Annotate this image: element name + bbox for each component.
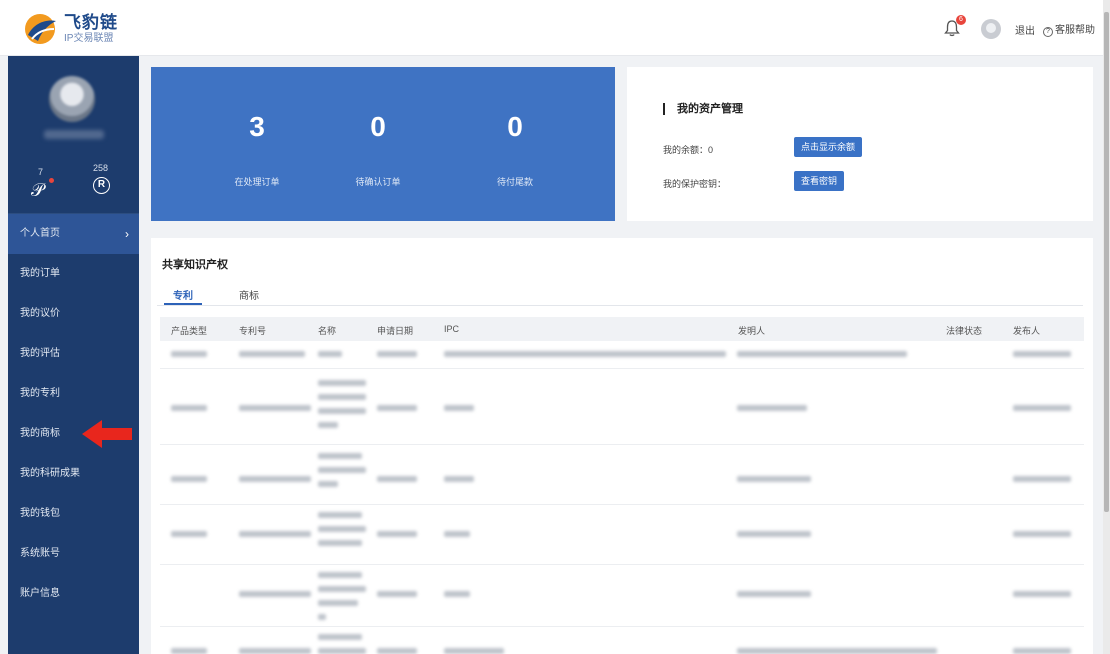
help-link[interactable]: ? 客服帮助 bbox=[1043, 21, 1095, 37]
row-divider bbox=[160, 504, 1084, 505]
user-avatar[interactable] bbox=[981, 19, 1001, 39]
sidebar-item-label: 我的商标 bbox=[20, 428, 60, 439]
brand-subtitle: IP交易联盟 bbox=[64, 33, 114, 44]
sidebar: 7 𝒫 258 R 个人首页 › 我的订单 我的议价 我的评估 我的专利 我的商标… bbox=[8, 56, 139, 654]
sidebar-item-label: 我的评估 bbox=[20, 348, 60, 359]
column-header[interactable]: 产品类型 bbox=[171, 324, 207, 337]
sidebar-item-label: 我的议价 bbox=[20, 308, 60, 319]
shared-ip-tabs: 专利 商标 bbox=[157, 282, 1083, 306]
brand-logo[interactable]: 飞豹链 IP交易联盟 bbox=[20, 9, 118, 49]
sidebar-item-label: 我的钱包 bbox=[20, 508, 60, 519]
row-divider bbox=[160, 368, 1084, 369]
logout-link[interactable]: 退出 bbox=[1015, 22, 1035, 37]
stat-value: 3 bbox=[249, 111, 265, 142]
row-divider bbox=[160, 564, 1084, 565]
column-header[interactable]: 申请日期 bbox=[377, 324, 413, 337]
notification-bell[interactable]: 6 bbox=[943, 15, 966, 39]
row-divider bbox=[160, 444, 1084, 445]
sidebar-item-label: 账户信息 bbox=[20, 588, 60, 599]
order-stats-card: 3 在处理订单 0 待确认订单 0 待付尾款 bbox=[151, 67, 615, 221]
notification-badge: 6 bbox=[956, 15, 966, 25]
sidebar-item-orders[interactable]: 我的订单 bbox=[8, 254, 139, 294]
scrollbar-thumb[interactable] bbox=[1104, 12, 1109, 512]
column-header[interactable]: 专利号 bbox=[239, 324, 266, 337]
sidebar-item-label: 我的科研成果 bbox=[20, 468, 80, 479]
stat-processing[interactable]: 3 在处理订单 bbox=[202, 67, 312, 188]
asset-management-card: 我的资产管理 我的余额：0 点击显示余额 我的保护密钥： 查看密钥 bbox=[627, 67, 1093, 221]
profile-panel: 7 𝒫 258 R bbox=[8, 56, 139, 214]
column-header[interactable]: 名称 bbox=[318, 324, 336, 337]
registered-count: 258 bbox=[93, 163, 109, 173]
view-key-button[interactable]: 查看密钥 bbox=[794, 171, 845, 191]
tab-trademarks[interactable]: 商标 bbox=[239, 287, 259, 302]
row-divider bbox=[160, 626, 1084, 627]
brand-title: 飞豹链 bbox=[64, 13, 118, 32]
profile-username bbox=[44, 130, 104, 139]
sidebar-item-label: 我的订单 bbox=[20, 268, 60, 279]
column-header[interactable]: IPC bbox=[444, 324, 459, 334]
sidebar-item-label: 个人首页 bbox=[20, 228, 60, 239]
top-header: 飞豹链 IP交易联盟 6 退出 ? 客服帮助 bbox=[0, 0, 1103, 56]
asset-card-title: 我的资产管理 bbox=[663, 103, 743, 115]
page-scrollbar[interactable] bbox=[1103, 0, 1110, 654]
stat-pending-confirm[interactable]: 0 待确认订单 bbox=[323, 67, 433, 188]
sidebar-item-home[interactable]: 个人首页 › bbox=[8, 214, 139, 254]
balance-label: 我的余额：0 bbox=[663, 145, 714, 155]
ip-alert-dot bbox=[49, 178, 54, 183]
column-header[interactable]: 发布人 bbox=[1013, 324, 1040, 337]
protection-key-label: 我的保护密钥： bbox=[663, 179, 727, 189]
stat-label: 待确认订单 bbox=[355, 177, 401, 187]
ip-count: 7 bbox=[38, 167, 44, 177]
shared-ip-card: 共享知识产权 专利 商标 产品类型 专利号 名称 申请日期 IPC 发明人 法律… bbox=[151, 238, 1093, 654]
column-header[interactable]: 发明人 bbox=[738, 324, 765, 337]
stat-balance-due[interactable]: 0 待付尾款 bbox=[460, 67, 570, 188]
red-arrow-annotation-icon bbox=[82, 420, 132, 448]
leopard-logo-icon bbox=[20, 9, 60, 49]
stat-value: 0 bbox=[370, 111, 386, 142]
table-header: 产品类型 专利号 名称 申请日期 IPC 发明人 法律状态 发布人 bbox=[160, 317, 1084, 341]
sidebar-item-label: 我的专利 bbox=[20, 388, 60, 399]
sidebar-item-bargain[interactable]: 我的议价 bbox=[8, 294, 139, 334]
sidebar-item-evaluation[interactable]: 我的评估 bbox=[8, 334, 139, 374]
show-balance-button[interactable]: 点击显示余额 bbox=[794, 137, 863, 157]
stat-value: 0 bbox=[507, 111, 523, 142]
chevron-right-icon: › bbox=[125, 227, 129, 241]
help-link-label: 客服帮助 bbox=[1055, 25, 1095, 36]
sidebar-item-research[interactable]: 我的科研成果 bbox=[8, 454, 139, 494]
help-icon: ? bbox=[1043, 27, 1053, 37]
shared-ip-title: 共享知识产权 bbox=[162, 259, 228, 271]
profile-avatar[interactable] bbox=[49, 76, 95, 122]
registered-icon[interactable]: R bbox=[93, 177, 110, 194]
ip-icon[interactable]: 𝒫 bbox=[31, 180, 44, 201]
sidebar-item-account-info[interactable]: 账户信息 bbox=[8, 574, 139, 614]
stat-label: 待付尾款 bbox=[496, 177, 533, 187]
header-actions: 6 退出 ? 客服帮助 bbox=[943, 15, 1103, 39]
sidebar-item-label: 系统账号 bbox=[20, 548, 60, 559]
column-header[interactable]: 法律状态 bbox=[946, 324, 982, 337]
tab-patents[interactable]: 专利 bbox=[173, 287, 193, 302]
brand-text: 飞豹链 IP交易联盟 bbox=[64, 13, 118, 45]
active-tab-indicator bbox=[164, 303, 202, 305]
sidebar-item-wallet[interactable]: 我的钱包 bbox=[8, 494, 139, 534]
stat-label: 在处理订单 bbox=[234, 177, 280, 187]
sidebar-item-system-account[interactable]: 系统账号 bbox=[8, 534, 139, 574]
sidebar-item-patents[interactable]: 我的专利 bbox=[8, 374, 139, 414]
